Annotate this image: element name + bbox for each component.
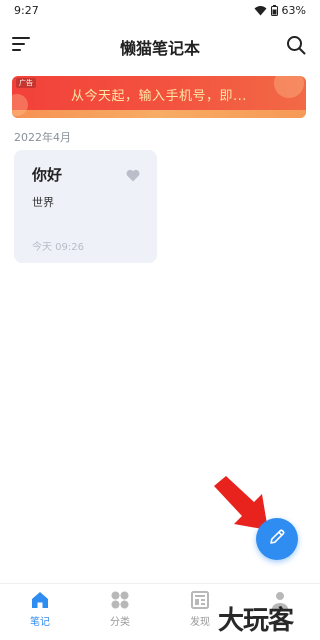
- new-note-button[interactable]: [256, 518, 298, 560]
- nav-item-category[interactable]: 分类: [90, 590, 150, 634]
- category-icon: [90, 590, 150, 610]
- ad-text: 从今天起，输入手机号，即...: [71, 89, 247, 104]
- nav-label: 分类: [110, 617, 130, 628]
- battery-percent: 63%: [281, 4, 306, 17]
- note-body: 世界: [32, 196, 54, 209]
- page-title: 懒猫笔记本: [119, 39, 200, 58]
- ad-banner[interactable]: 广告 从今天起，输入手机号，即...: [12, 76, 306, 118]
- status-indicators: 63%: [254, 4, 306, 17]
- app-screen: 9:27 63% 懒猫笔记本 广告 从今天起，输入手机号，即... 2022年4…: [0, 0, 320, 640]
- watermark: 大玩客: [218, 606, 294, 636]
- battery-icon: [270, 5, 278, 16]
- status-time: 9:27: [14, 4, 39, 17]
- nav-label: 笔记: [30, 617, 50, 628]
- app-bar: 懒猫笔记本: [0, 30, 320, 62]
- heart-icon[interactable]: [126, 167, 140, 182]
- pencil-icon: [267, 527, 287, 551]
- note-time: 今天 09:26: [32, 242, 84, 253]
- nav-item-notes[interactable]: 笔记: [10, 590, 70, 634]
- wifi-icon: [254, 5, 267, 16]
- status-bar: 9:27 63%: [0, 0, 320, 24]
- note-card[interactable]: 你好 世界 今天 09:26: [14, 150, 157, 263]
- note-title: 你好: [32, 166, 63, 184]
- home-icon: [10, 590, 70, 610]
- search-icon[interactable]: [286, 35, 308, 57]
- month-label: 2022年4月: [14, 131, 71, 144]
